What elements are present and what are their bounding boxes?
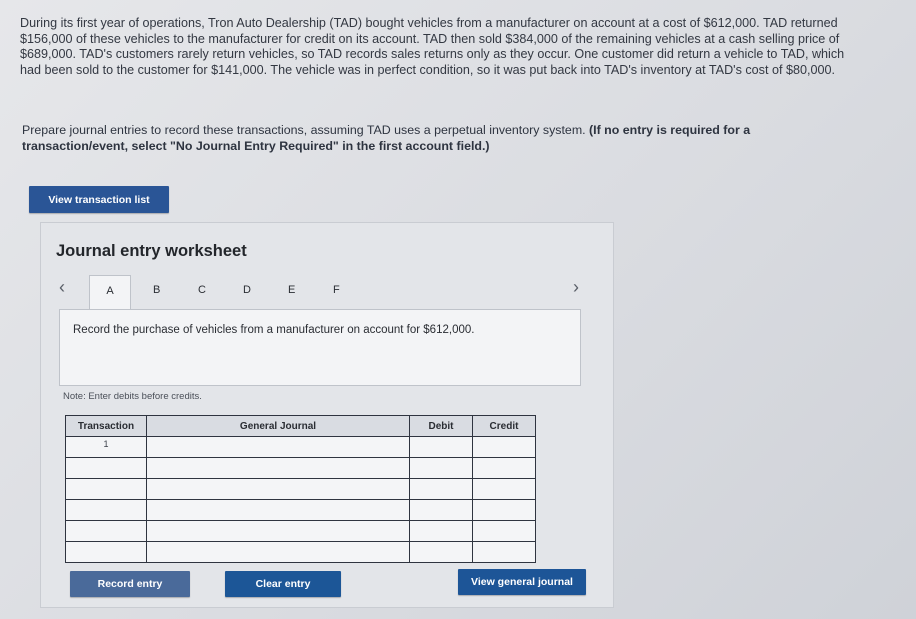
tab-a[interactable]: A <box>89 275 131 309</box>
next-arrow-icon[interactable]: › <box>573 277 579 298</box>
debit-input[interactable] <box>409 520 473 542</box>
header-general-journal: General Journal <box>146 415 410 437</box>
table-row <box>65 541 536 563</box>
tab-e[interactable]: E <box>288 284 295 296</box>
view-general-journal-button[interactable]: View general journal <box>458 569 586 595</box>
table-row <box>65 499 536 521</box>
clear-entry-button[interactable]: Clear entry <box>225 571 341 597</box>
credit-input[interactable] <box>472 499 536 521</box>
debit-input[interactable] <box>409 541 473 563</box>
debits-note: Note: Enter debits before credits. <box>63 391 202 402</box>
credit-input[interactable] <box>472 520 536 542</box>
record-entry-button[interactable]: Record entry <box>70 571 190 597</box>
tab-f[interactable]: F <box>333 284 340 296</box>
instructions-text: Prepare journal entries to record these … <box>22 123 586 137</box>
credit-input[interactable] <box>472 478 536 500</box>
credit-input[interactable] <box>472 457 536 479</box>
account-select[interactable] <box>146 436 410 458</box>
account-select[interactable] <box>146 478 410 500</box>
account-select[interactable] <box>146 457 410 479</box>
transaction-cell: 1 <box>65 436 147 458</box>
prev-arrow-icon[interactable]: ‹ <box>59 277 65 298</box>
table-row <box>65 457 536 479</box>
transaction-description-box: Record the purchase of vehicles from a m… <box>59 309 581 386</box>
worksheet-tabs: ‹ A B C D E F › <box>53 275 603 309</box>
transaction-cell <box>65 520 147 542</box>
account-select[interactable] <box>146 520 410 542</box>
header-transaction: Transaction <box>65 415 147 437</box>
transaction-cell <box>65 541 147 563</box>
tab-d[interactable]: D <box>243 284 251 296</box>
transaction-cell <box>65 457 147 479</box>
debit-input[interactable] <box>409 436 473 458</box>
debit-input[interactable] <box>409 457 473 479</box>
journal-entry-worksheet: Journal entry worksheet ‹ A B C D E F › … <box>40 222 614 608</box>
debit-input[interactable] <box>409 478 473 500</box>
problem-text: During its first year of operations, Tro… <box>20 16 845 77</box>
credit-input[interactable] <box>472 541 536 563</box>
account-select[interactable] <box>146 499 410 521</box>
view-transaction-list-button[interactable]: View transaction list <box>29 186 169 213</box>
journal-table: Transaction General Journal Debit Credit… <box>65 415 536 563</box>
tab-b[interactable]: B <box>153 284 160 296</box>
table-row <box>65 478 536 500</box>
account-select[interactable] <box>146 541 410 563</box>
header-credit: Credit <box>472 415 536 437</box>
tab-c[interactable]: C <box>198 284 206 296</box>
credit-input[interactable] <box>472 436 536 458</box>
header-debit: Debit <box>409 415 473 437</box>
instructions: Prepare journal entries to record these … <box>22 122 852 154</box>
transaction-description: Record the purchase of vehicles from a m… <box>73 324 475 336</box>
transaction-cell <box>65 478 147 500</box>
table-row <box>65 520 536 542</box>
worksheet-title: Journal entry worksheet <box>56 242 247 260</box>
transaction-cell <box>65 499 147 521</box>
debit-input[interactable] <box>409 499 473 521</box>
table-row: 1 <box>65 436 536 458</box>
